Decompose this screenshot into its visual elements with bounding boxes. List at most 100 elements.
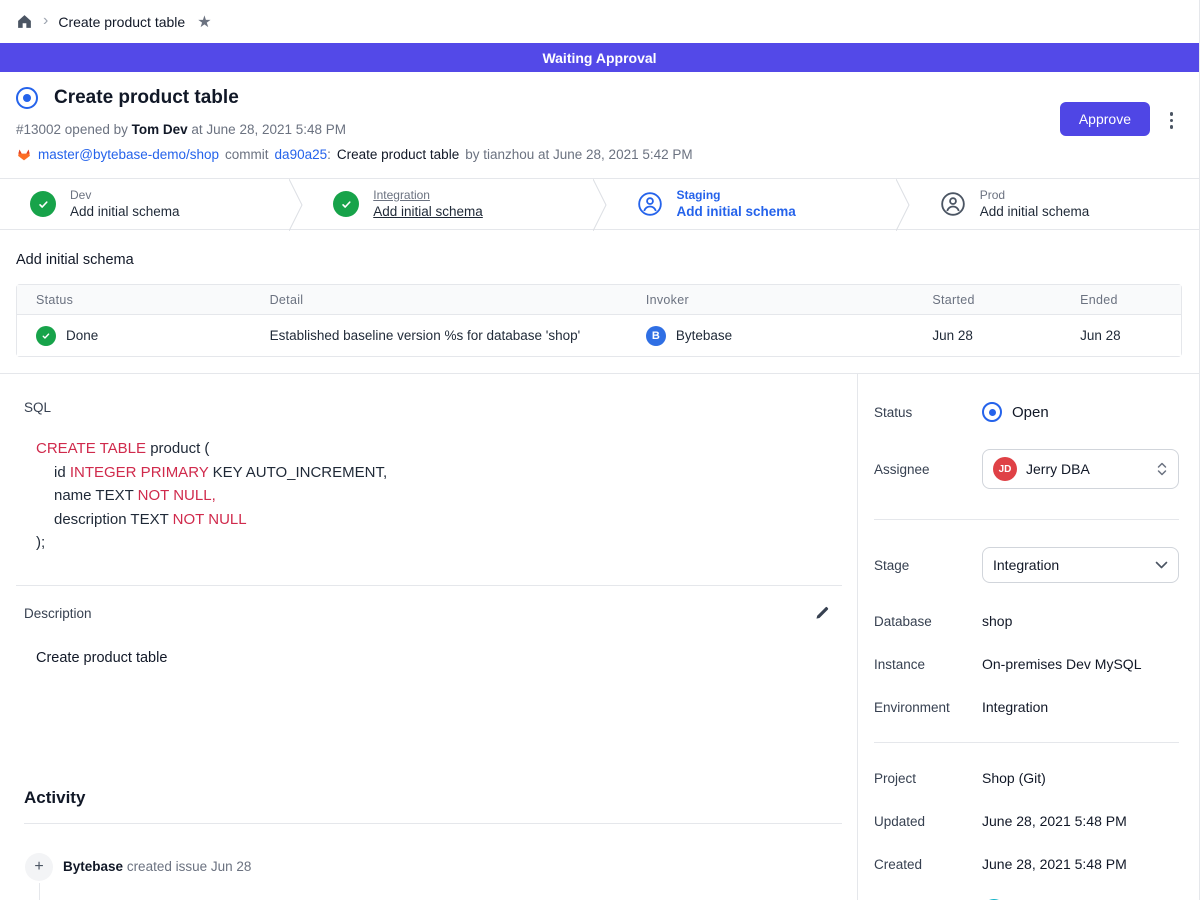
assignee-value: Jerry DBA — [1026, 461, 1147, 477]
created-label: Created — [874, 857, 982, 872]
updated-value: June 28, 2021 5:48 PM — [982, 813, 1127, 829]
task-invoker: Bytebase — [676, 328, 732, 343]
stage-separator — [289, 179, 303, 231]
stage-task-label[interactable]: Add initial schema — [373, 203, 483, 220]
bytebase-issue-page: › Create product table ★ Waiting Approva… — [0, 0, 1200, 900]
commit-author-time: by tianzhou at June 28, 2021 5:42 PM — [465, 147, 692, 162]
stage-task-label[interactable]: Add initial schema — [70, 203, 180, 220]
project-label: Project — [874, 771, 982, 786]
status-value: Open — [1012, 404, 1049, 421]
activity-title: Activity — [24, 788, 841, 808]
issue-author[interactable]: Tom Dev — [132, 122, 188, 137]
stage-pipeline: Dev Add initial schema Integration Add i… — [0, 178, 1199, 230]
stage-prod[interactable]: Prod Add initial schema — [910, 179, 1199, 229]
issue-id: #13002 opened by — [16, 122, 128, 137]
issue-opened-time: at June 28, 2021 5:48 PM — [191, 122, 346, 137]
stage-env-label: Integration — [373, 188, 483, 203]
instance-value: On-premises Dev MySQL — [982, 656, 1141, 672]
main-content: SQL CREATE TABLE product ( id INTEGER PR… — [0, 373, 1199, 900]
sidebar-divider — [874, 519, 1179, 520]
edit-description-button[interactable] — [812, 602, 833, 626]
task-table-row[interactable]: Done Established baseline version %s for… — [17, 315, 1181, 356]
updated-label: Updated — [874, 814, 982, 829]
gitlab-icon — [16, 146, 32, 162]
description-label: Description — [24, 606, 92, 621]
issue-header: Create product table #13002 opened by To… — [0, 72, 1199, 178]
stage-done-check-icon — [30, 191, 56, 217]
assignee-select[interactable]: JD Jerry DBA — [982, 449, 1179, 489]
stage-pending-user-icon — [637, 191, 663, 217]
chevron-down-icon — [1155, 561, 1168, 569]
commit-branch-link[interactable]: master@bytebase-demo/shop — [38, 147, 219, 162]
pencil-icon — [814, 604, 831, 621]
sql-line: name TEXT NOT NULL, — [36, 484, 841, 508]
task-status: Done — [66, 328, 98, 343]
sql-line: description TEXT NOT NULL — [36, 508, 841, 532]
stage-separator — [593, 179, 607, 231]
commit-hash-link[interactable]: da90a25 — [275, 147, 328, 162]
sql-code-block: CREATE TABLE product ( id INTEGER PRIMAR… — [36, 437, 841, 555]
stage-env-label: Staging — [677, 188, 796, 203]
col-started: Started — [913, 285, 1061, 315]
task-table-header-row: Status Detail Invoker Started Ended — [17, 285, 1181, 315]
col-detail: Detail — [251, 285, 627, 315]
environment-value: Integration — [982, 699, 1048, 715]
col-status: Status — [17, 285, 251, 315]
stage-dev[interactable]: Dev Add initial schema — [0, 179, 289, 229]
instance-label: Instance — [874, 657, 982, 672]
stage-select[interactable]: Integration — [982, 547, 1179, 583]
activity-author: Bytebase — [63, 859, 123, 874]
open-status-icon — [982, 402, 1002, 422]
commit-message: Create product table — [337, 147, 459, 162]
stage-done-check-icon — [333, 191, 359, 217]
approve-button[interactable]: Approve — [1060, 102, 1150, 136]
stage-integration[interactable]: Integration Add initial schema — [303, 179, 592, 229]
sql-line: ); — [36, 531, 841, 555]
breadcrumb-chevron-icon: › — [43, 13, 48, 29]
status-banner: Waiting Approval — [0, 43, 1199, 72]
activity-divider — [24, 823, 842, 824]
commit-info: master@bytebase-demo/shop commit da90a25… — [16, 146, 1183, 162]
plus-icon: + — [25, 853, 53, 881]
done-check-icon — [36, 326, 56, 346]
created-value: June 28, 2021 5:48 PM — [982, 856, 1127, 872]
stage-value: Integration — [993, 557, 1146, 573]
breadcrumb-title[interactable]: Create product table — [58, 14, 185, 30]
environment-label: Environment — [874, 700, 982, 715]
sidebar-divider — [874, 742, 1179, 743]
stage-separator — [896, 179, 910, 231]
more-actions-kebab-icon[interactable] — [1168, 110, 1176, 131]
database-label: Database — [874, 614, 982, 629]
database-value: shop — [982, 613, 1012, 629]
description-text[interactable]: Create product table — [36, 650, 841, 666]
task-detail: Established baseline version %s for data… — [251, 315, 627, 356]
stage-label: Stage — [874, 558, 982, 573]
col-ended: Ended — [1061, 285, 1181, 315]
up-down-chevron-icon — [1156, 461, 1168, 477]
stage-env-label: Prod — [980, 188, 1090, 203]
favorite-star-icon[interactable]: ★ — [197, 12, 211, 32]
breadcrumb: › Create product table ★ — [0, 0, 1199, 43]
stage-staging-active[interactable]: Staging Add initial schema — [607, 179, 896, 229]
issue-title: Create product table — [54, 87, 239, 109]
task-started: Jun 28 — [913, 315, 1061, 356]
commit-word: commit — [225, 147, 269, 162]
commit-colon: : — [327, 147, 331, 162]
status-banner-text: Waiting Approval — [542, 50, 656, 66]
issue-meta: #13002 opened by Tom Dev at June 28, 202… — [16, 122, 1183, 137]
stage-task-label[interactable]: Add initial schema — [980, 203, 1090, 220]
home-icon[interactable] — [16, 13, 33, 30]
open-issue-icon — [16, 87, 38, 109]
task-title: Add initial schema — [16, 252, 1183, 268]
jerry-avatar: JD — [993, 457, 1017, 481]
sql-line: id INTEGER PRIMARY KEY AUTO_INCREMENT, — [36, 461, 841, 485]
activity-item: + Bytebase created issue Jun 28 — [25, 853, 841, 881]
stage-task-label[interactable]: Add initial schema — [677, 203, 796, 220]
sql-label: SQL — [24, 400, 841, 415]
stage-env-label: Dev — [70, 188, 180, 203]
activity-date: Jun 28 — [211, 859, 252, 874]
project-value[interactable]: Shop (Git) — [982, 770, 1046, 786]
stage-pending-user-icon — [940, 191, 966, 217]
task-table: Status Detail Invoker Started Ended Done… — [16, 284, 1182, 357]
task-section: Add initial schema Status Detail Invoker… — [0, 230, 1199, 373]
